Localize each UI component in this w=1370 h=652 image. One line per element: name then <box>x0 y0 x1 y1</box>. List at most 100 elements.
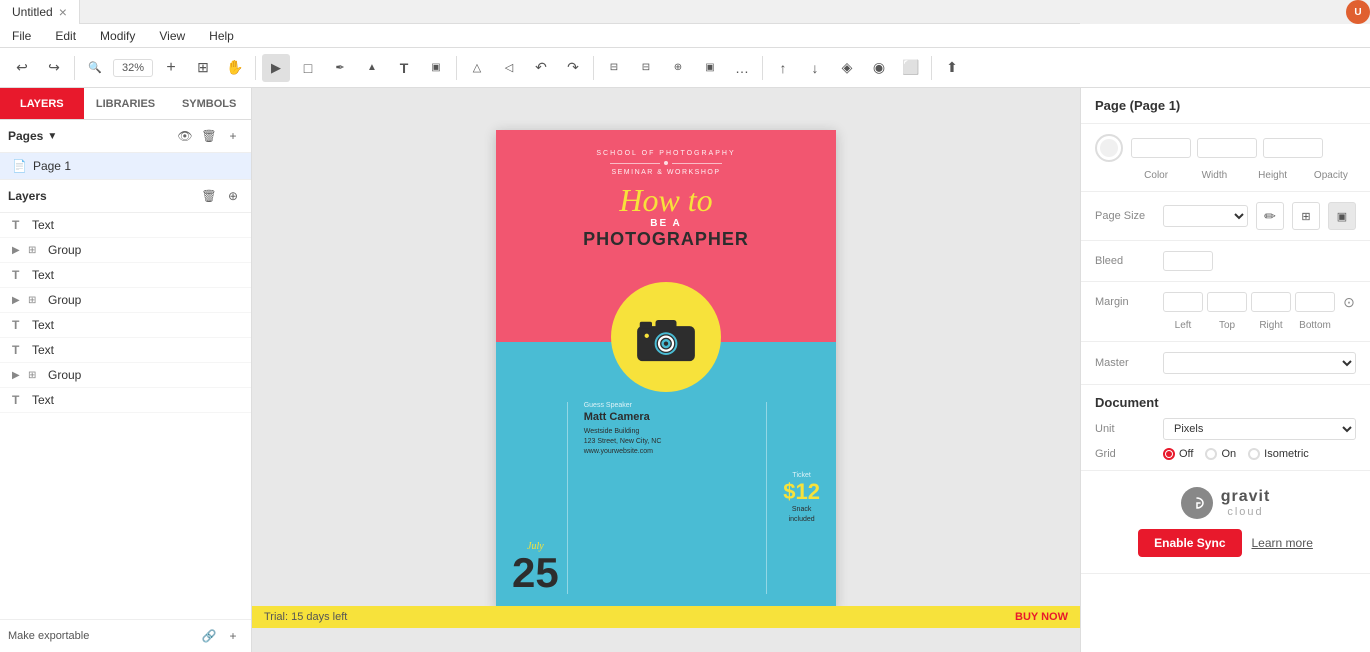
undo-button[interactable]: ↩ <box>8 54 36 82</box>
layer-item-1[interactable]: ▶ ⊞ Group <box>0 238 251 263</box>
page-add-icon[interactable]: + <box>223 126 243 146</box>
page-size-label: Page Size <box>1095 210 1155 222</box>
align1-button[interactable]: ⊟ <box>600 54 628 82</box>
master-select[interactable] <box>1163 352 1356 374</box>
redo-button[interactable]: ↪ <box>40 54 68 82</box>
zoom-in-button[interactable]: 🔍 <box>81 54 109 82</box>
page-size-icon3[interactable]: ▣ <box>1328 202 1356 230</box>
transform1-tool[interactable]: △ <box>463 54 491 82</box>
layer-add-icon[interactable]: ⊕ <box>223 186 243 206</box>
arr1-button[interactable]: ↑ <box>769 54 797 82</box>
height-input[interactable]: 1683.8 <box>1197 138 1257 158</box>
page-size-icon1[interactable]: ✏ <box>1256 202 1284 230</box>
layer-item-6[interactable]: ▶ ⊞ Group <box>0 363 251 388</box>
page-size-icon2[interactable]: ⊞ <box>1292 202 1320 230</box>
pages-section: Pages ▼ 👁 🗑 + <box>0 120 251 153</box>
arr2-button[interactable]: ↓ <box>801 54 829 82</box>
text-tool[interactable]: T <box>390 54 418 82</box>
card-ticket: Ticket $12 Snackincluded <box>775 402 820 594</box>
layer-item-3[interactable]: ▶ ⊞ Group <box>0 288 251 313</box>
flip-tool[interactable]: ◁ <box>495 54 523 82</box>
fill-tool[interactable]: ▲ <box>358 54 386 82</box>
align2-button[interactable]: ⊟ <box>632 54 660 82</box>
layer-expand-3: ▶ <box>12 295 22 306</box>
exportable-add-icon[interactable]: + <box>223 626 243 646</box>
card-divider <box>610 161 722 165</box>
page-item-1[interactable]: 📄 Page 1 <box>0 153 251 179</box>
layer-item-2[interactable]: T Text <box>0 263 251 288</box>
bleed-section: Bleed 0 <box>1081 241 1370 282</box>
image-tool[interactable]: ▣ <box>422 54 450 82</box>
learn-more-link[interactable]: Learn more <box>1252 536 1313 550</box>
buy-now-link[interactable]: BUY NOW <box>1015 611 1068 623</box>
document-tab[interactable]: Untitled × <box>0 0 80 24</box>
layer-item-5[interactable]: T Text <box>0 338 251 363</box>
select-tool[interactable]: ▶ <box>262 54 290 82</box>
page-size-select[interactable] <box>1163 205 1248 227</box>
margin-link-icon[interactable]: ⊙ <box>1339 292 1359 312</box>
user-avatar[interactable]: U <box>1346 0 1370 24</box>
redo2-button[interactable]: ↷ <box>559 54 587 82</box>
tab-libraries[interactable]: LIBRARIES <box>84 88 168 119</box>
card-title-script: How to <box>619 184 712 216</box>
close-tab-icon[interactable]: × <box>59 5 67 19</box>
color-swatch[interactable] <box>1095 134 1123 162</box>
color-row: 1190.6 1683.8 100% <box>1095 134 1356 162</box>
opacity-input[interactable]: 100% <box>1263 138 1323 158</box>
layer-item-4[interactable]: T Text <box>0 313 251 338</box>
gravit-sub: cloud <box>1221 506 1271 518</box>
enable-sync-button[interactable]: Enable Sync <box>1138 529 1241 557</box>
arr5-button[interactable]: ⬜ <box>897 54 925 82</box>
bleed-input[interactable]: 0 <box>1163 251 1213 271</box>
pages-label[interactable]: Pages ▼ <box>8 129 57 143</box>
card-title-be: BE A <box>650 218 682 229</box>
grid-option-on[interactable]: On <box>1205 448 1236 460</box>
document-tab-title: Untitled <box>12 5 53 19</box>
menu-view[interactable]: View <box>155 27 189 45</box>
exportable-link-icon[interactable]: 🔗 <box>199 626 219 646</box>
undo2-button[interactable]: ↶ <box>527 54 555 82</box>
width-input[interactable]: 1190.6 <box>1131 138 1191 158</box>
export-button[interactable]: ⬆ <box>938 54 966 82</box>
layer-text-icon-5: T <box>12 343 26 357</box>
tab-symbols[interactable]: SYMBOLS <box>167 88 251 119</box>
grid-option-isometric[interactable]: Isometric <box>1248 448 1309 460</box>
grid-option-off[interactable]: Off <box>1163 448 1193 460</box>
pages-actions: 👁 🗑 + <box>175 126 243 146</box>
margin-right-input[interactable]: 0 <box>1251 292 1291 312</box>
group-button[interactable]: ▣ <box>696 54 724 82</box>
margin-bottom-input[interactable]: 0 <box>1295 292 1335 312</box>
layer-item-0[interactable]: T Text <box>0 213 251 238</box>
margin-top-input[interactable]: 0 <box>1207 292 1247 312</box>
page-icon: 📄 <box>12 159 27 173</box>
combine-button[interactable]: ⊕ <box>664 54 692 82</box>
zoom-level[interactable]: 32% <box>113 59 153 77</box>
shape-tool[interactable]: □ <box>294 54 322 82</box>
fit-button[interactable]: ⊞ <box>189 54 217 82</box>
add-button[interactable]: + <box>157 54 185 82</box>
card-info-row: July 25 Guess Speaker Matt Camera Westsi… <box>512 402 820 594</box>
page-delete-icon[interactable]: 🗑 <box>199 126 219 146</box>
trial-text: Trial: 15 days left <box>264 611 347 623</box>
layer-footer-actions: 🔗 + <box>199 626 243 646</box>
menu-help[interactable]: Help <box>205 27 238 45</box>
layer-delete-icon[interactable]: 🗑 <box>199 186 219 206</box>
canvas-area[interactable]: SCHOOL OF PHOTOGRAPHY SEMINAR & WORKSHOP… <box>252 88 1080 652</box>
menu-file[interactable]: File <box>8 27 35 45</box>
menu-edit[interactable]: Edit <box>51 27 80 45</box>
layer-name-1: Group <box>48 243 81 257</box>
arr3-button[interactable]: ◈ <box>833 54 861 82</box>
page-visibility-icon[interactable]: 👁 <box>175 126 195 146</box>
layer-item-7[interactable]: T Text <box>0 388 251 413</box>
bleed-label: Bleed <box>1095 255 1155 267</box>
gravit-icon <box>1181 487 1213 519</box>
unit-select[interactable]: Pixels <box>1163 418 1356 440</box>
menu-bar: File Edit Modify View Help <box>0 24 1370 48</box>
hand-tool[interactable]: ✋ <box>221 54 249 82</box>
more-button[interactable]: … <box>728 54 756 82</box>
tab-layers[interactable]: LAYERS <box>0 88 84 119</box>
margin-left-input[interactable]: 0 <box>1163 292 1203 312</box>
menu-modify[interactable]: Modify <box>96 27 139 45</box>
arr4-button[interactable]: ◉ <box>865 54 893 82</box>
pen-tool[interactable]: ✒ <box>326 54 354 82</box>
